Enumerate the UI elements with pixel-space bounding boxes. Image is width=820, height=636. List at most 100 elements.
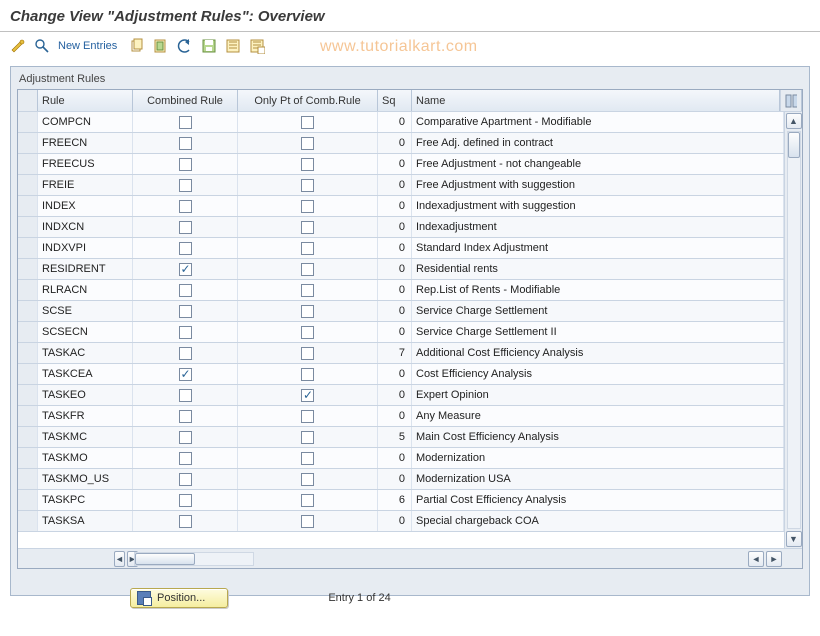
cell-only-pt[interactable] <box>238 301 378 321</box>
cell-combined[interactable] <box>133 448 238 468</box>
cell-name[interactable]: Any Measure <box>412 406 784 426</box>
position-button[interactable]: Position... <box>130 588 228 608</box>
cell-name[interactable]: Free Adjustment - not changeable <box>412 154 784 174</box>
new-entries-button[interactable]: New Entries <box>56 40 123 52</box>
cell-rule[interactable]: TASKMO_US <box>38 469 133 489</box>
cell-name[interactable]: Partial Cost Efficiency Analysis <box>412 490 784 510</box>
row-selector[interactable] <box>18 112 38 132</box>
cell-name[interactable]: Special chargeback COA <box>412 511 784 531</box>
cell-sq[interactable]: 0 <box>378 217 412 237</box>
cell-only-pt[interactable] <box>238 133 378 153</box>
checkbox-combined[interactable] <box>179 284 192 297</box>
checkbox-combined[interactable] <box>179 305 192 318</box>
cell-only-pt[interactable] <box>238 322 378 342</box>
checkbox-combined[interactable] <box>179 116 192 129</box>
row-selector[interactable] <box>18 217 38 237</box>
cell-combined[interactable] <box>133 469 238 489</box>
scroll-up-icon[interactable]: ▲ <box>786 113 802 129</box>
cell-combined[interactable] <box>133 427 238 447</box>
cell-name[interactable]: Free Adjustment with suggestion <box>412 175 784 195</box>
cell-only-pt[interactable] <box>238 217 378 237</box>
cell-sq[interactable]: 0 <box>378 259 412 279</box>
checkbox-only-pt[interactable] <box>301 242 314 255</box>
cell-sq[interactable]: 0 <box>378 406 412 426</box>
cell-combined[interactable] <box>133 280 238 300</box>
cell-only-pt[interactable] <box>238 364 378 384</box>
cell-sq[interactable]: 0 <box>378 364 412 384</box>
checkbox-combined[interactable] <box>179 326 192 339</box>
cell-sq[interactable]: 6 <box>378 490 412 510</box>
checkbox-only-pt[interactable] <box>301 368 314 381</box>
cell-sq[interactable]: 0 <box>378 511 412 531</box>
checkbox-combined[interactable] <box>179 179 192 192</box>
cell-rule[interactable]: TASKFR <box>38 406 133 426</box>
checkbox-only-pt[interactable] <box>301 431 314 444</box>
cell-combined[interactable] <box>133 406 238 426</box>
checkbox-only-pt[interactable] <box>301 158 314 171</box>
horizontal-scrollbar[interactable]: ◄ ► ◄ ► <box>18 548 802 568</box>
cell-only-pt[interactable] <box>238 259 378 279</box>
col-header-combined[interactable]: Combined Rule <box>133 90 238 111</box>
checkbox-only-pt[interactable] <box>301 452 314 465</box>
checkbox-combined[interactable] <box>179 473 192 486</box>
cell-sq[interactable]: 0 <box>378 196 412 216</box>
row-selector[interactable] <box>18 385 38 405</box>
row-selector[interactable] <box>18 343 38 363</box>
cell-combined[interactable] <box>133 511 238 531</box>
cell-name[interactable]: Modernization <box>412 448 784 468</box>
checkbox-only-pt[interactable] <box>301 410 314 423</box>
checkbox-combined[interactable] <box>179 137 192 150</box>
cell-combined[interactable] <box>133 217 238 237</box>
col-header-only-pt[interactable]: Only Pt of Comb.Rule <box>238 90 378 111</box>
row-selector[interactable] <box>18 301 38 321</box>
cell-only-pt[interactable] <box>238 490 378 510</box>
row-selector[interactable] <box>18 133 38 153</box>
cell-rule[interactable]: SCSECN <box>38 322 133 342</box>
checkbox-only-pt[interactable] <box>301 347 314 360</box>
col-header-rule[interactable]: Rule <box>38 90 133 111</box>
cell-combined[interactable] <box>133 112 238 132</box>
checkbox-combined[interactable] <box>179 410 192 423</box>
col-header-name[interactable]: Name <box>412 90 780 111</box>
deselect-all-icon[interactable] <box>247 36 267 56</box>
cell-only-pt[interactable] <box>238 469 378 489</box>
cell-rule[interactable]: COMPCN <box>38 112 133 132</box>
row-selector[interactable] <box>18 322 38 342</box>
checkbox-combined[interactable] <box>179 347 192 360</box>
checkbox-only-pt[interactable] <box>301 305 314 318</box>
select-all-icon[interactable] <box>223 36 243 56</box>
checkbox-only-pt[interactable] <box>301 389 314 402</box>
cell-name[interactable]: Indexadjustment <box>412 217 784 237</box>
cell-combined[interactable] <box>133 133 238 153</box>
toggle-display-change-icon[interactable] <box>8 36 28 56</box>
checkbox-only-pt[interactable] <box>301 221 314 234</box>
cell-rule[interactable]: FREECUS <box>38 154 133 174</box>
vertical-scrollbar[interactable]: ▲ ▼ <box>784 112 802 548</box>
cell-only-pt[interactable] <box>238 196 378 216</box>
row-selector[interactable] <box>18 511 38 531</box>
cell-rule[interactable]: TASKCEA <box>38 364 133 384</box>
checkbox-combined[interactable] <box>179 200 192 213</box>
cell-name[interactable]: Service Charge Settlement <box>412 301 784 321</box>
cell-combined[interactable] <box>133 238 238 258</box>
cell-only-pt[interactable] <box>238 448 378 468</box>
cell-name[interactable]: Cost Efficiency Analysis <box>412 364 784 384</box>
row-selector[interactable] <box>18 469 38 489</box>
cell-only-pt[interactable] <box>238 343 378 363</box>
cell-combined[interactable] <box>133 364 238 384</box>
cell-only-pt[interactable] <box>238 511 378 531</box>
configure-columns-icon[interactable] <box>780 90 802 111</box>
checkbox-only-pt[interactable] <box>301 284 314 297</box>
cell-combined[interactable] <box>133 154 238 174</box>
col-header-select[interactable] <box>18 90 38 111</box>
cell-combined[interactable] <box>133 196 238 216</box>
row-selector[interactable] <box>18 280 38 300</box>
cell-name[interactable]: Modernization USA <box>412 469 784 489</box>
row-selector[interactable] <box>18 154 38 174</box>
checkbox-only-pt[interactable] <box>301 116 314 129</box>
cell-sq[interactable]: 0 <box>378 154 412 174</box>
cell-name[interactable]: Indexadjustment with suggestion <box>412 196 784 216</box>
checkbox-only-pt[interactable] <box>301 494 314 507</box>
cell-only-pt[interactable] <box>238 112 378 132</box>
checkbox-only-pt[interactable] <box>301 137 314 150</box>
